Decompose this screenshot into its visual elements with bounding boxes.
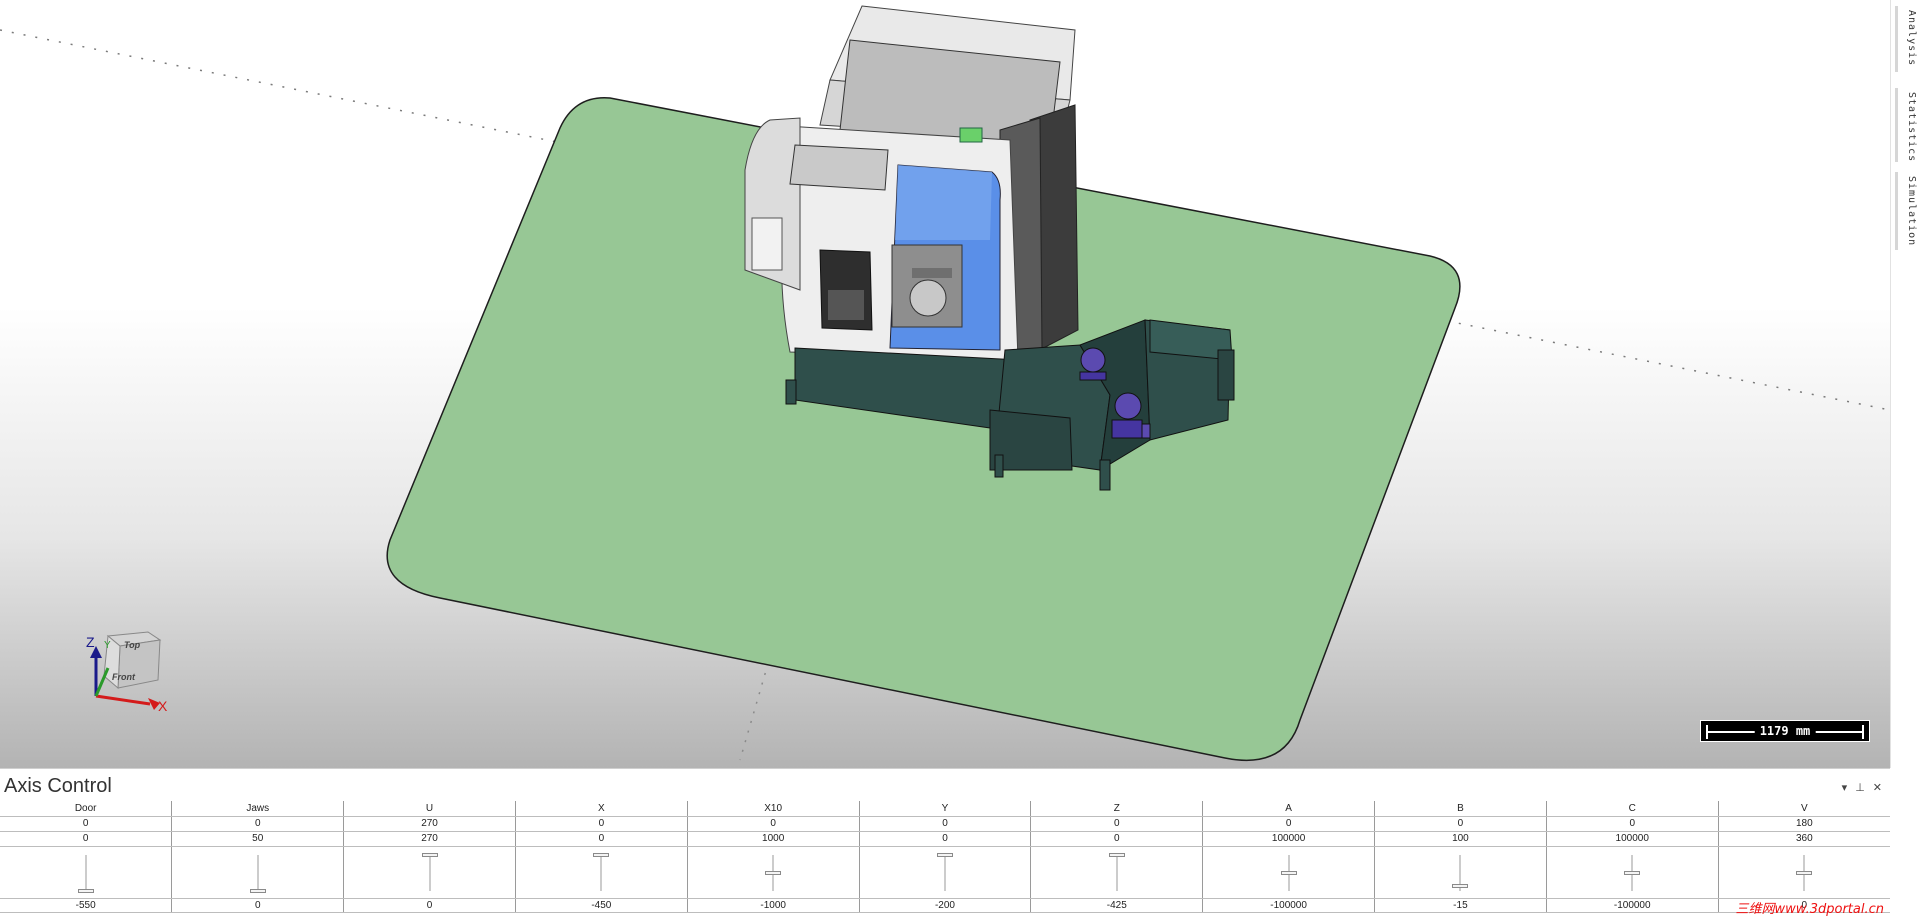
pump-icon [1079,347,1107,381]
triad-z-label: Z [86,634,95,650]
axis-max-value-jaws: 50 [171,831,344,847]
axis-min-value-x: -450 [514,898,688,913]
axis-min-value-x10: -1000 [686,898,860,913]
axis-name-z: Z [1030,801,1203,817]
axis-max-row: 0 50 270 0 1000 0 0 100000 100 100000 360 [0,831,1890,847]
axis-current-value-v[interactable]: 180 [1717,816,1890,832]
slider-track [600,854,602,891]
axis-max-value-y: 0 [858,831,1031,847]
axis-max-value-door: 0 [0,831,172,847]
axis-current-value-b[interactable]: 0 [1374,816,1547,832]
scale-bar-label: 1179 mm [1754,724,1816,738]
axis-max-value-c: 100000 [1545,831,1719,847]
axis-name-y: Y [858,801,1031,817]
tab-statistics[interactable]: Statistics [1895,88,1917,162]
axis-min-value-door: -550 [0,898,172,913]
axis-current-value-u[interactable]: 270 [343,816,516,832]
slider-track [1116,854,1118,891]
axis-slider-c[interactable] [1545,846,1719,899]
tab-simulation[interactable]: Simulation [1895,172,1917,250]
axis-min-value-u: 0 [343,898,516,913]
pin-icon[interactable]: ⊥ [1855,781,1865,794]
axis-max-value-b: 100 [1374,831,1547,847]
axis-min-value-c: -100000 [1545,898,1719,913]
axis-current-value-door[interactable]: 0 [0,816,172,832]
machine-body[interactable] [744,5,1079,371]
axis-min-row: -550 0 0 -450 -1000 -200 -425 -100000 -15 -100000… [0,898,1890,913]
axis-name-x: X [514,801,688,817]
axis-max-value-x10: 1000 [686,831,860,847]
dropdown-icon[interactable]: ▾ [1842,781,1848,794]
slider-thumb[interactable] [77,888,94,893]
axis-slider-b[interactable] [1374,846,1547,899]
axis-slider-v[interactable] [1717,846,1890,899]
triad-y-label: Y [104,640,111,651]
axis-name-b: B [1374,801,1547,817]
axis-name-a: A [1202,801,1375,817]
axis-current-value-y[interactable]: 0 [858,816,1031,832]
axis-name-v: V [1717,801,1890,817]
slider-thumb[interactable] [1796,870,1813,875]
panel-title: Axis Control [4,775,112,797]
axis-name-u: U [343,801,516,817]
slider-thumb[interactable] [249,888,266,893]
axis-max-value-x: 0 [514,831,688,847]
slider-thumb[interactable] [1280,870,1297,875]
axis-min-value-z: -425 [1030,898,1203,913]
slider-thumb[interactable] [1108,852,1125,857]
axis-slider-row [0,846,1890,899]
axis-name-x10: X10 [686,801,860,817]
close-icon[interactable]: ✕ [1873,781,1882,794]
axis-slider-x[interactable] [514,846,688,899]
axis-current-value-a[interactable]: 0 [1202,816,1375,832]
axis-min-value-a: -100000 [1202,898,1375,913]
axis-slider-x10[interactable] [686,846,860,899]
axis-current-value-x10[interactable]: 0 [686,816,860,832]
slider-thumb[interactable] [1624,870,1641,875]
axis-slider-a[interactable] [1202,846,1375,899]
watermark: 三维网www.3dportal.cn [1735,902,1884,917]
view-cube-top-label: Top [124,640,141,650]
slider-thumb[interactable] [1452,883,1469,888]
axis-max-value-v: 360 [1717,831,1890,847]
axis-current-value-c[interactable]: 0 [1545,816,1719,832]
axis-name-door: Door [0,801,172,817]
3d-viewport[interactable]: Top Front Z Y X 1179 mm [0,0,1890,768]
slider-track [944,854,946,891]
axis-name-row: Door Jaws U X X10 Y Z A B C V [0,801,1890,817]
axis-slider-y[interactable] [858,846,1031,899]
axis-current-value-jaws[interactable]: 0 [171,816,344,832]
axis-name-c: C [1545,801,1719,817]
side-tab-strip: Analysis Statistics Simulation [1890,0,1920,768]
triad-x-label: X [158,698,168,714]
axis-max-value-u: 270 [343,831,516,847]
slider-track [85,854,87,891]
axis-min-value-b: -15 [1374,898,1547,913]
axis-max-value-z: 0 [1030,831,1203,847]
axis-current-value-x[interactable]: 0 [514,816,688,832]
axis-slider-z[interactable] [1030,846,1203,899]
axis-slider-door[interactable] [0,846,172,899]
slider-track [257,854,259,891]
axis-max-value-a: 100000 [1202,831,1375,847]
axis-current-row: 0 0 270 0 0 0 0 0 0 0 180 [0,816,1890,832]
view-cube-front-label: Front [112,672,136,682]
view-cube[interactable]: Top Front [103,631,162,690]
axis-table: Door Jaws U X X10 Y Z A B C V 0 0 270 0 0 0 0 0 0 0 180 0 50 2… [0,801,1890,913]
machine-scene[interactable]: Top Front Z Y X [0,0,1890,768]
scale-bar: 1179 mm [1700,720,1870,742]
axis-name-jaws: Jaws [171,801,344,817]
tab-analysis[interactable]: Analysis [1895,6,1917,72]
axis-slider-jaws[interactable] [171,846,344,899]
axis-slider-u[interactable] [343,846,516,899]
slider-track [429,854,431,891]
axis-current-value-z[interactable]: 0 [1030,816,1203,832]
axis-min-value-jaws: 0 [171,898,344,913]
slider-thumb[interactable] [593,852,610,857]
axis-min-value-y: -200 [858,898,1031,913]
slider-thumb[interactable] [765,870,782,875]
axis-control-panel: Axis Control ▾ ⊥ ✕ Door Jaws U X X10 Y Z A B C V 0… [0,768,1890,919]
slider-thumb[interactable] [936,852,953,857]
slider-thumb[interactable] [421,852,438,857]
